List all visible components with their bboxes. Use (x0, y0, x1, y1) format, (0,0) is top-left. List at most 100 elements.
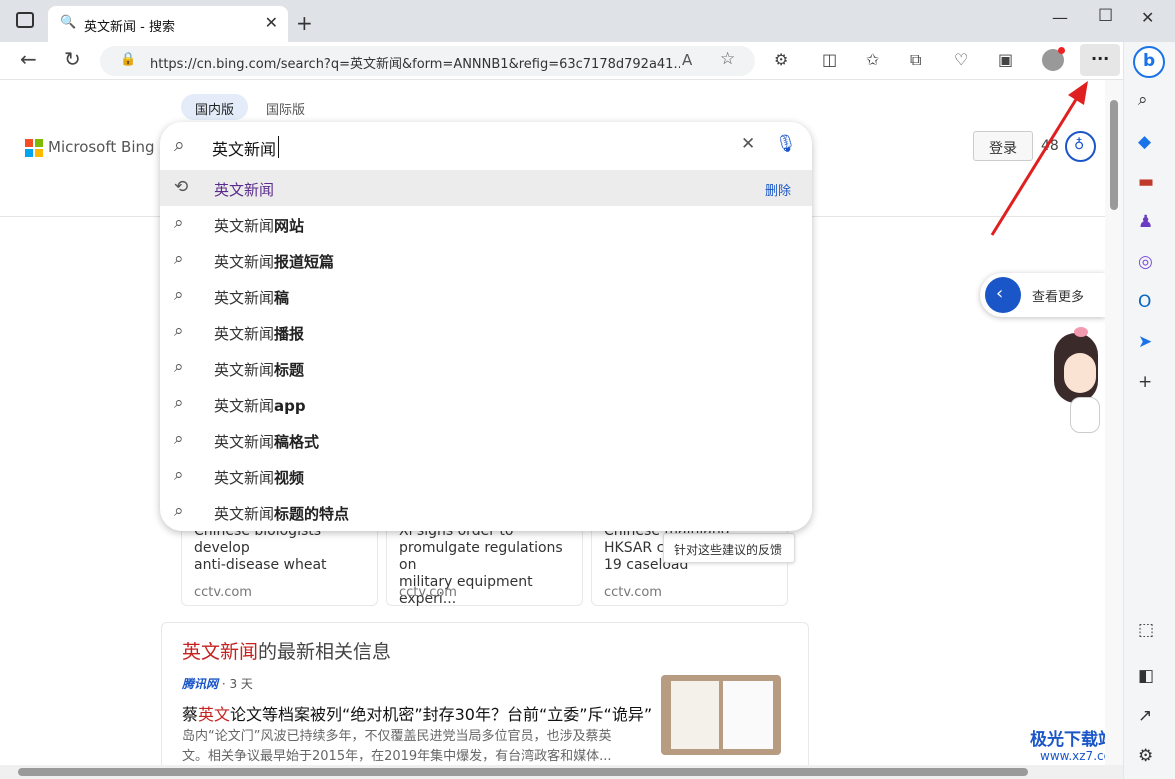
browser-essentials-icon[interactable]: ♡ (954, 50, 968, 69)
suggestion-item[interactable]: ⌕ 英文新闻标题 (160, 350, 812, 386)
news-card[interactable]: Xi signs order to promulgate regulations … (386, 520, 583, 607)
tencent-logo: 腾讯网 (182, 677, 219, 691)
suggestion-item[interactable]: ⌕ 英文新闻网站 (160, 206, 812, 242)
news-heading[interactable]: 英文新闻的最新相关信息 (182, 637, 391, 664)
tools-icon[interactable]: ▬ (1138, 172, 1154, 192)
profile-avatar[interactable] (1042, 47, 1065, 71)
site-watermark: 极光下载站 www.xz7.com (1030, 730, 1105, 763)
suggestion-text: 英文新闻网站 (214, 217, 305, 235)
favorites-icon[interactable]: ✩ (866, 50, 879, 69)
history-suggestion[interactable]: ⟲ 英文新闻 删除 (160, 170, 812, 206)
drop-icon[interactable]: ➤ (1138, 332, 1152, 352)
edge-sidebar: b ⌕ ◆ ▬ ♟ ◎ O ➤ + ⬚ ◧ ↗ ⚙ (1123, 42, 1175, 779)
back-icon[interactable]: ← (20, 47, 37, 71)
news-source-line: 腾讯网 · 3 天 (182, 677, 253, 691)
suggestion-item[interactable]: ⌕ 英文新闻稿 (160, 278, 812, 314)
suggestion-text: 英文新闻app (214, 397, 306, 415)
suggestion-text: 英文新闻播报 (214, 325, 305, 343)
search-icon: ⌕ (174, 465, 184, 485)
bing-chat-icon[interactable]: b (1133, 46, 1165, 78)
maximize-icon[interactable]: ☐ (1098, 6, 1113, 26)
search-icon: ⌕ (174, 213, 184, 233)
read-aloud-icon[interactable]: A (682, 51, 692, 69)
sidebar-settings-icon[interactable]: ⚙ (1138, 746, 1153, 766)
scroll-thumb[interactable] (1110, 100, 1118, 210)
news-card[interactable]: Chinese biologists develop anti-disease w… (181, 520, 378, 606)
new-tab-icon[interactable]: + (296, 11, 313, 35)
office-icon[interactable]: ◎ (1138, 252, 1153, 272)
suggestion-text: 英文新闻报道短篇 (214, 253, 335, 271)
see-more-button[interactable]: ‹ 查看更多 (980, 273, 1105, 317)
horizontal-scrollbar[interactable] (0, 765, 1123, 779)
suggestion-text: 英文新闻标题的特点 (214, 505, 350, 523)
see-more-label: 查看更多 (1032, 290, 1085, 305)
games-icon[interactable]: ♟ (1138, 212, 1153, 232)
h-scroll-thumb[interactable] (18, 768, 1028, 776)
latest-news-block: 英文新闻的最新相关信息 腾讯网 · 3 天 蔡英文论文等档案被列“绝对机密”封存… (161, 622, 809, 765)
search-icon: ⌕ (174, 393, 184, 413)
tab-domestic[interactable]: 国内版 (181, 94, 249, 120)
tab-actions-icon[interactable] (16, 12, 34, 28)
card-source: cctv.com (604, 585, 662, 600)
vertical-scrollbar[interactable] (1105, 80, 1123, 765)
web-page: 国内版 国际版 Microsoft Bing 登录 48 ♁ ‹ 查看更多 Ch… (0, 80, 1105, 765)
news-snippet: 岛内“论文门”风波已持续多年，不仅覆盖民进党当局多位官员，也涉及蔡英 文。相关争议… (182, 729, 612, 764)
annotation-arrow (990, 81, 1088, 236)
chevron-left-icon: ‹ (985, 277, 1021, 313)
feedback-label: 针对这些建议的反馈 (674, 543, 783, 557)
news-title-link[interactable]: 蔡英文论文等档案被列“绝对机密”封存30年？台前“立委”斥“诡异” (182, 701, 652, 725)
logo-text: Microsoft Bing (48, 138, 155, 156)
history-text: 英文新闻 (214, 181, 275, 199)
history-icon: ⟲ (174, 177, 189, 197)
search-input[interactable]: 英文新闻 (212, 136, 276, 160)
suggestion-item[interactable]: ⌕ 英文新闻标题的特点 (160, 494, 812, 530)
more-icon: ··· (1091, 49, 1110, 68)
close-window-icon[interactable]: ✕ (1141, 8, 1154, 27)
screenshot-icon[interactable]: ▣ (998, 50, 1013, 69)
bing-favicon-icon: 🔍 (60, 15, 77, 30)
notification-dot (1058, 47, 1065, 54)
minimize-icon[interactable]: — (1052, 8, 1068, 27)
delete-history-button[interactable]: 删除 (765, 180, 791, 199)
news-thumbnail[interactable] (661, 675, 781, 755)
search-icon: ⌕ (174, 429, 184, 449)
search-icon: ⌕ (174, 249, 184, 269)
address-bar[interactable]: 🔒 https://cn.bing.com/search?q=英文新闻&form… (100, 46, 755, 76)
search-icon: ⌕ (174, 134, 185, 156)
microphone-icon[interactable]: 🎙 (775, 134, 797, 154)
card-source: cctv.com (194, 585, 252, 600)
title-bar: 🔍 英文新闻 - 搜索 ✕ + — ☐ ✕ (0, 0, 1175, 42)
extensions-icon[interactable]: ⚙ (774, 50, 788, 69)
suggestion-feedback-link[interactable]: 针对这些建议的反馈 (663, 533, 795, 563)
close-tab-icon[interactable]: ✕ (265, 13, 278, 32)
split-screen-icon[interactable]: ◫ (822, 50, 837, 69)
shopping-tag-icon[interactable]: ◆ (1138, 132, 1151, 152)
browser-tab[interactable]: 🔍 英文新闻 - 搜索 ✕ (48, 6, 288, 42)
suggestion-text: 英文新闻视频 (214, 469, 305, 487)
search-icon[interactable]: ⌕ (1138, 90, 1148, 110)
navigation-toolbar: ← ↻ 🔒 https://cn.bing.com/search?q=英文新闻&… (0, 42, 1123, 80)
suggestion-text: 英文新闻稿 (214, 289, 290, 307)
clear-search-icon[interactable]: ✕ (741, 134, 755, 154)
suggestion-item[interactable]: ⌕ 英文新闻稿格式 (160, 422, 812, 458)
suggestion-item[interactable]: ⌕ 英文新闻报道短篇 (160, 242, 812, 278)
url-text[interactable]: https://cn.bing.com/search?q=英文新闻&form=A… (150, 53, 680, 72)
tab-international[interactable]: 国际版 (252, 94, 319, 120)
tab-title: 英文新闻 - 搜索 (84, 20, 175, 35)
suggestion-item[interactable]: ⌕ 英文新闻播报 (160, 314, 812, 350)
collections-icon[interactable]: ⧉ (910, 50, 921, 70)
refresh-icon[interactable]: ↻ (64, 47, 81, 71)
suggestion-item[interactable]: ⌕ 英文新闻视频 (160, 458, 812, 494)
open-external-icon[interactable]: ↗ (1138, 706, 1152, 726)
card-source: cctv.com (399, 585, 457, 600)
search-icon: ⌕ (174, 285, 184, 305)
favorite-star-icon[interactable]: ☆ (720, 49, 735, 69)
suggestion-item[interactable]: ⌕ 英文新闻app (160, 386, 812, 422)
lock-icon[interactable]: 🔒 (120, 52, 136, 67)
add-sidebar-icon[interactable]: + (1138, 372, 1152, 392)
hide-sidebar-icon[interactable]: ◧ (1138, 666, 1154, 686)
outlook-icon[interactable]: O (1138, 292, 1151, 312)
visual-search-icon[interactable]: ⬚ (1138, 620, 1154, 640)
settings-more-button[interactable]: ··· (1080, 44, 1120, 76)
search-icon: ⌕ (174, 357, 184, 377)
